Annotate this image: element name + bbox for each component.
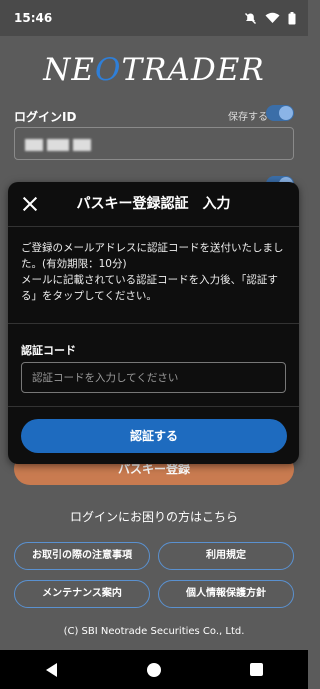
auth-code-input[interactable] xyxy=(21,362,286,393)
login-id-label: ログインID xyxy=(14,110,77,124)
save-login-label: 保存する xyxy=(228,112,268,123)
masked-text xyxy=(25,139,43,151)
battery-icon xyxy=(288,11,296,24)
privacy-policy-button[interactable]: 個人情報保護方針 xyxy=(158,580,294,608)
masked-text xyxy=(73,139,91,151)
recents-button[interactable] xyxy=(232,655,282,685)
divider xyxy=(8,323,299,324)
back-icon xyxy=(45,662,57,677)
trading-cautions-button[interactable]: お取引の際の注意事項 xyxy=(14,542,150,570)
authenticate-button[interactable]: 認証する xyxy=(21,419,287,453)
dialog-title: パスキー登録認証 入力 xyxy=(76,196,231,212)
status-icons xyxy=(244,11,296,25)
mute-icon xyxy=(245,12,256,24)
home-icon xyxy=(146,662,161,677)
passkey-auth-dialog: パスキー登録認証 入力 ご登録のメールアドレスに認証コードを送付いたしました。(… xyxy=(8,182,299,464)
home-button[interactable] xyxy=(129,655,179,685)
status-bar: 15:46 xyxy=(0,0,308,36)
android-nav-bar xyxy=(0,650,308,689)
divider xyxy=(8,406,299,407)
masked-text xyxy=(47,139,69,151)
dialog-description: ご登録のメールアドレスに認証コードを送付いたしました。(有効期限：10分) メー… xyxy=(21,240,287,304)
neotrader-logo: NEOTRADER xyxy=(43,52,265,88)
login-help-link[interactable]: ログインにお困りの方はこちら xyxy=(0,508,308,525)
back-button[interactable] xyxy=(26,655,76,685)
login-id-field[interactable]: **:** xyxy=(14,127,294,160)
wifi-icon xyxy=(265,12,280,23)
status-time: 15:46 xyxy=(14,11,53,25)
terms-button[interactable]: 利用規定 xyxy=(158,542,294,570)
divider xyxy=(8,226,299,227)
dialog-description-line-2: メールに記載されている認証コードを入力後、「認証する」をタップしてください。 xyxy=(21,274,278,302)
auth-code-label: 認証コード xyxy=(21,344,76,357)
maintenance-button[interactable]: メンテナンス案内 xyxy=(14,580,150,608)
recents-icon xyxy=(250,663,264,676)
save-login-toggle[interactable] xyxy=(266,105,294,121)
dialog-description-line-1: ご登録のメールアドレスに認証コードを送付いたしました。(有効期限：10分) xyxy=(21,242,284,270)
copyright: (C) SBI Neotrade Securities Co., Ltd. xyxy=(63,626,245,637)
